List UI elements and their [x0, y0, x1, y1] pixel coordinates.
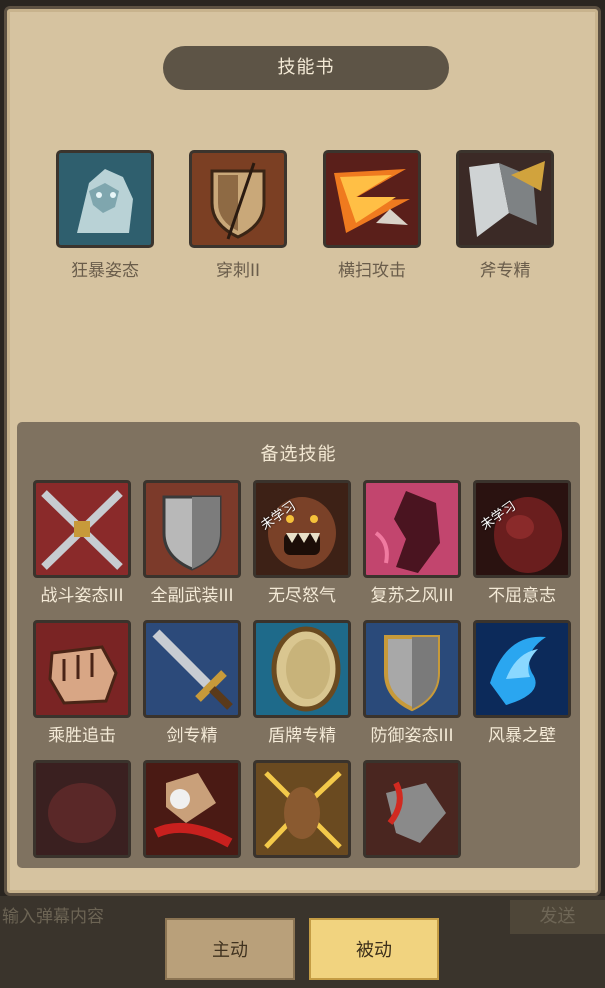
skill-label: 复苏之风III — [370, 586, 454, 606]
claw-slash-icon — [363, 760, 461, 858]
sweep-attack-icon — [323, 150, 421, 248]
learned-skills-row: 狂暴姿态 穿刺II 横扫攻击 斧专精 — [7, 150, 604, 290]
learned-skill-2[interactable]: 穿刺II — [183, 150, 293, 281]
learned-skill-4[interactable]: 斧专精 — [450, 150, 560, 281]
alternate-skills-panel: 备选技能 战斗姿态III 全副武装III 未学习 无尽怒气 复苏之风III 未学… — [17, 422, 580, 868]
alternate-skills-title: 备选技能 — [260, 444, 337, 465]
skill-label: 横扫攻击 — [338, 261, 406, 281]
axe-mastery-icon — [456, 150, 554, 248]
alt-skill-5[interactable]: 未学习 不屈意志 — [467, 480, 577, 606]
skill-label: 剑专精 — [166, 726, 218, 746]
alt-skill-13[interactable] — [247, 760, 357, 861]
learned-skill-3[interactable]: 横扫攻击 — [317, 150, 427, 281]
alt-skill-1[interactable]: 战斗姿态III — [27, 480, 137, 606]
dark-beast-icon — [33, 760, 131, 858]
alt-skill-8[interactable]: 盾牌专精 — [247, 620, 357, 746]
skill-label: 不屈意志 — [488, 586, 556, 606]
pierce-shield-icon — [189, 150, 287, 248]
golden-burst-icon — [253, 760, 351, 858]
tab-active-skills[interactable]: 主动 — [165, 918, 295, 980]
sword-mastery-icon — [143, 620, 241, 718]
skill-label: 狂暴姿态 — [71, 261, 139, 281]
alt-skill-11[interactable] — [27, 760, 137, 861]
defense-stance-icon — [363, 620, 461, 718]
berserk-stance-icon — [56, 150, 154, 248]
alt-skill-12[interactable] — [137, 760, 247, 861]
endless-rage-icon: 未学习 — [253, 480, 351, 578]
skill-label: 穿刺II — [215, 261, 261, 281]
pursuit-fist-icon — [33, 620, 131, 718]
alt-skill-7[interactable]: 剑专精 — [137, 620, 247, 746]
blood-strike-icon — [143, 760, 241, 858]
skill-label: 防御姿态III — [370, 726, 454, 746]
skill-label: 乘胜追击 — [48, 726, 116, 746]
alt-skill-9[interactable]: 防御姿态III — [357, 620, 467, 746]
alt-skill-10[interactable]: 风暴之壁 — [467, 620, 577, 746]
skill-label: 无尽怒气 — [268, 586, 336, 606]
danmaku-input[interactable]: 输入弹幕内容 — [0, 903, 157, 931]
skill-label: 斧专精 — [479, 261, 531, 281]
skill-label: 盾牌专精 — [268, 726, 336, 746]
shield-mastery-icon — [253, 620, 351, 718]
storm-wall-icon — [473, 620, 571, 718]
alt-skill-14[interactable] — [357, 760, 467, 861]
send-button[interactable]: 发送 — [510, 900, 605, 934]
skill-label: 风暴之壁 — [488, 726, 556, 746]
alt-skill-3[interactable]: 未学习 无尽怒气 — [247, 480, 357, 606]
skill-book-title: 技能书 — [163, 46, 449, 90]
full-armor-icon — [143, 480, 241, 578]
alt-skill-6[interactable]: 乘胜追击 — [27, 620, 137, 746]
learned-skill-1[interactable]: 狂暴姿态 — [50, 150, 160, 281]
alt-skill-2[interactable]: 全副武装III — [137, 480, 247, 606]
skill-label: 战斗姿态III — [40, 586, 124, 606]
unyielding-will-icon: 未学习 — [473, 480, 571, 578]
skill-label: 全副武装III — [150, 586, 234, 606]
tab-passive-skills[interactable]: 被动 — [309, 918, 439, 980]
revival-wind-icon — [363, 480, 461, 578]
alt-skill-4[interactable]: 复苏之风III — [357, 480, 467, 606]
battle-stance-icon — [33, 480, 131, 578]
